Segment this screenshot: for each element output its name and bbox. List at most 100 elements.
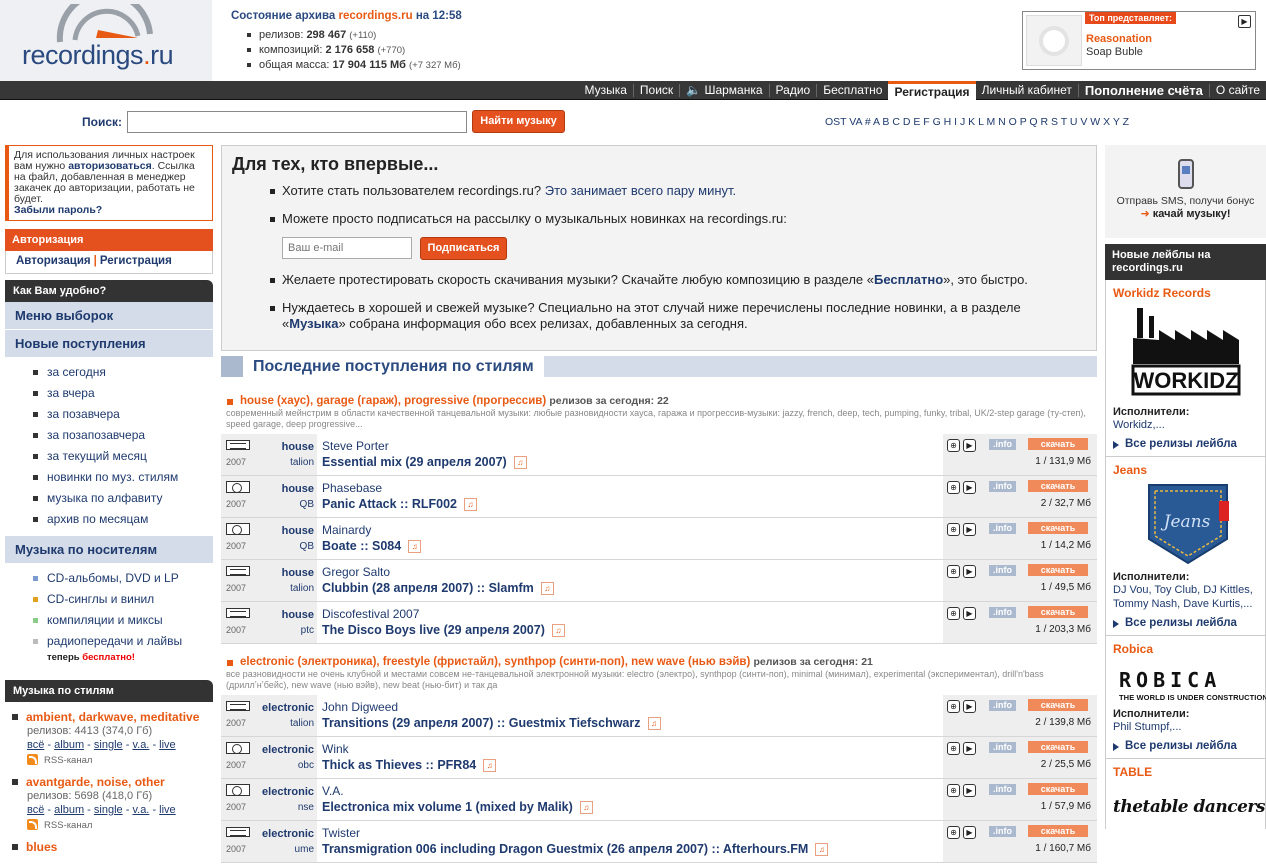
nav-registration[interactable]: Регистрация: [888, 81, 976, 100]
info-button[interactable]: .info: [989, 481, 1016, 492]
release-title[interactable]: Transitions (29 апреля 2007) :: Guestmix…: [322, 716, 661, 730]
genre-title[interactable]: electronic (электроника), freestyle (фри…: [226, 656, 1097, 668]
list-item[interactable]: CD-альбомы, DVD и LP: [33, 568, 213, 589]
label-logo[interactable]: ROBICA THE WORLD IS UNDER CONSTRUCTION: [1113, 656, 1266, 706]
add-icon[interactable]: ⊕: [947, 742, 960, 755]
release-genre[interactable]: house: [282, 483, 314, 495]
release-genre[interactable]: electronic: [262, 744, 314, 756]
email-field[interactable]: [282, 237, 412, 259]
release-title[interactable]: Transmigration 006 including Dragon Gues…: [322, 842, 829, 856]
forgot-password-link[interactable]: Забыли пароль?: [14, 204, 102, 216]
info-button[interactable]: .info: [989, 700, 1016, 711]
play-icon[interactable]: ▶: [963, 700, 976, 713]
search-button[interactable]: Найти музыку: [472, 110, 565, 133]
play-icon[interactable]: ▶: [963, 742, 976, 755]
release-label[interactable]: QB: [300, 499, 314, 510]
search-input[interactable]: [127, 111, 467, 133]
genre-title[interactable]: house (хаус), garage (гараж), progressiv…: [226, 395, 1097, 407]
rss-link[interactable]: RSS-канал: [11, 754, 213, 767]
release-label[interactable]: nse: [298, 802, 314, 813]
release-artist[interactable]: Mainardy: [322, 523, 371, 537]
release-genre[interactable]: electronic: [262, 702, 314, 714]
info-button[interactable]: .info: [989, 826, 1016, 837]
play-icon[interactable]: ▶: [963, 523, 976, 536]
release-title[interactable]: Panic Attack :: RLF002 ♫: [322, 497, 477, 511]
list-item[interactable]: за вчера: [33, 383, 213, 404]
info-button[interactable]: .info: [989, 439, 1016, 450]
play-icon[interactable]: ▶: [963, 826, 976, 839]
release-artist[interactable]: John Digweed: [322, 700, 398, 714]
label-name[interactable]: TABLE: [1113, 765, 1258, 779]
sms-promo[interactable]: Отправь SMS, получи бонус ➜ качай музыку…: [1105, 145, 1266, 238]
release-title[interactable]: Thick as Thieves :: PFR84 ♫: [322, 758, 497, 772]
download-button[interactable]: скачать: [1028, 564, 1088, 576]
release-artist[interactable]: Twister: [322, 826, 360, 840]
download-button[interactable]: скачать: [1028, 438, 1088, 450]
label-name[interactable]: Workidz Records: [1113, 286, 1258, 300]
music-note-icon[interactable]: ♫: [540, 582, 554, 595]
add-icon[interactable]: ⊕: [947, 439, 960, 452]
nav-radio[interactable]: Радио: [770, 81, 817, 100]
style-name[interactable]: ambient, darkwave, meditative: [11, 710, 213, 724]
play-icon[interactable]: ▶: [963, 439, 976, 452]
play-icon[interactable]: ▶: [963, 607, 976, 620]
release-genre[interactable]: house: [282, 441, 314, 453]
download-button[interactable]: скачать: [1028, 783, 1088, 795]
info-button[interactable]: .info: [989, 523, 1016, 534]
download-button[interactable]: скачать: [1028, 825, 1088, 837]
list-item[interactable]: за сегодня: [33, 362, 213, 383]
label-all-releases[interactable]: Все релизы лейбла: [1113, 438, 1258, 450]
info-button[interactable]: .info: [989, 565, 1016, 576]
style-name[interactable]: avantgarde, noise, other: [11, 775, 213, 789]
download-button[interactable]: скачать: [1028, 741, 1088, 753]
alphabet-index[interactable]: OST VA # A B C D E F G H I J K L M N O P…: [825, 116, 1129, 128]
music-note-icon[interactable]: ♫: [408, 540, 422, 553]
label-artists[interactable]: Workidz,...: [1113, 418, 1258, 432]
list-item[interactable]: музыка по алфавиту: [33, 488, 213, 509]
download-button[interactable]: скачать: [1028, 606, 1088, 618]
release-title[interactable]: The Disco Boys live (29 апреля 2007) ♫: [322, 623, 565, 637]
music-note-icon[interactable]: ♫: [464, 498, 477, 511]
add-icon[interactable]: ⊕: [947, 784, 960, 797]
nav-sharmanka[interactable]: 🔈 Шарманка: [680, 81, 768, 100]
release-label[interactable]: ptc: [301, 625, 314, 636]
music-note-icon[interactable]: ♫: [483, 759, 497, 772]
release-label[interactable]: QB: [300, 541, 314, 552]
nav-free[interactable]: Бесплатно: [817, 81, 888, 100]
release-artist[interactable]: Steve Porter: [322, 439, 389, 453]
release-genre[interactable]: electronic: [262, 786, 314, 798]
release-title[interactable]: Essential mix (29 апреля 2007) ♫: [322, 455, 527, 469]
download-button[interactable]: скачать: [1028, 480, 1088, 492]
subscribe-button[interactable]: Подписаться: [420, 237, 507, 260]
release-artist[interactable]: V.A.: [322, 784, 344, 798]
label-logo[interactable]: WORKIDZ: [1113, 300, 1258, 404]
top-promo[interactable]: Топ представляет: ▶ Reasonation Soap Bub…: [1022, 11, 1256, 70]
menu-selections[interactable]: Меню выборок: [5, 302, 213, 330]
release-title[interactable]: Boate :: S084 ♫: [322, 539, 422, 553]
release-artist[interactable]: Phasebase: [322, 481, 382, 495]
info-button[interactable]: .info: [989, 742, 1016, 753]
nav-topup[interactable]: Пополнение счёта: [1079, 81, 1209, 100]
music-note-icon[interactable]: ♫: [579, 801, 593, 814]
release-artist[interactable]: Gregor Salto: [322, 565, 390, 579]
play-icon[interactable]: ▶: [963, 481, 976, 494]
free-link[interactable]: Бесплатно: [874, 272, 943, 287]
list-item[interactable]: новинки по муз. стилям: [33, 467, 213, 488]
music-note-icon[interactable]: ♫: [815, 843, 829, 856]
register-link[interactable]: Это занимает всего пару минут.: [545, 183, 736, 198]
list-item[interactable]: за позавчера: [33, 404, 213, 425]
info-button[interactable]: .info: [989, 607, 1016, 618]
list-item[interactable]: компиляции и миксы: [33, 610, 213, 631]
list-item[interactable]: радиопередачи и лайвы: [33, 631, 213, 652]
add-icon[interactable]: ⊕: [947, 481, 960, 494]
release-label[interactable]: talion: [290, 718, 314, 729]
register-button[interactable]: Регистрация: [100, 255, 172, 267]
top-promo-track[interactable]: Soap Buble: [1086, 46, 1143, 58]
label-all-releases[interactable]: Все релизы лейбла: [1113, 617, 1258, 629]
nav-music[interactable]: Музыка: [578, 81, 632, 100]
add-icon[interactable]: ⊕: [947, 826, 960, 839]
table-dancers-logo[interactable]: thetable dancers: [1113, 797, 1265, 817]
release-label[interactable]: talion: [290, 583, 314, 594]
label-all-releases[interactable]: Все релизы лейбла: [1113, 740, 1258, 752]
top-promo-artist[interactable]: Reasonation: [1086, 33, 1152, 45]
